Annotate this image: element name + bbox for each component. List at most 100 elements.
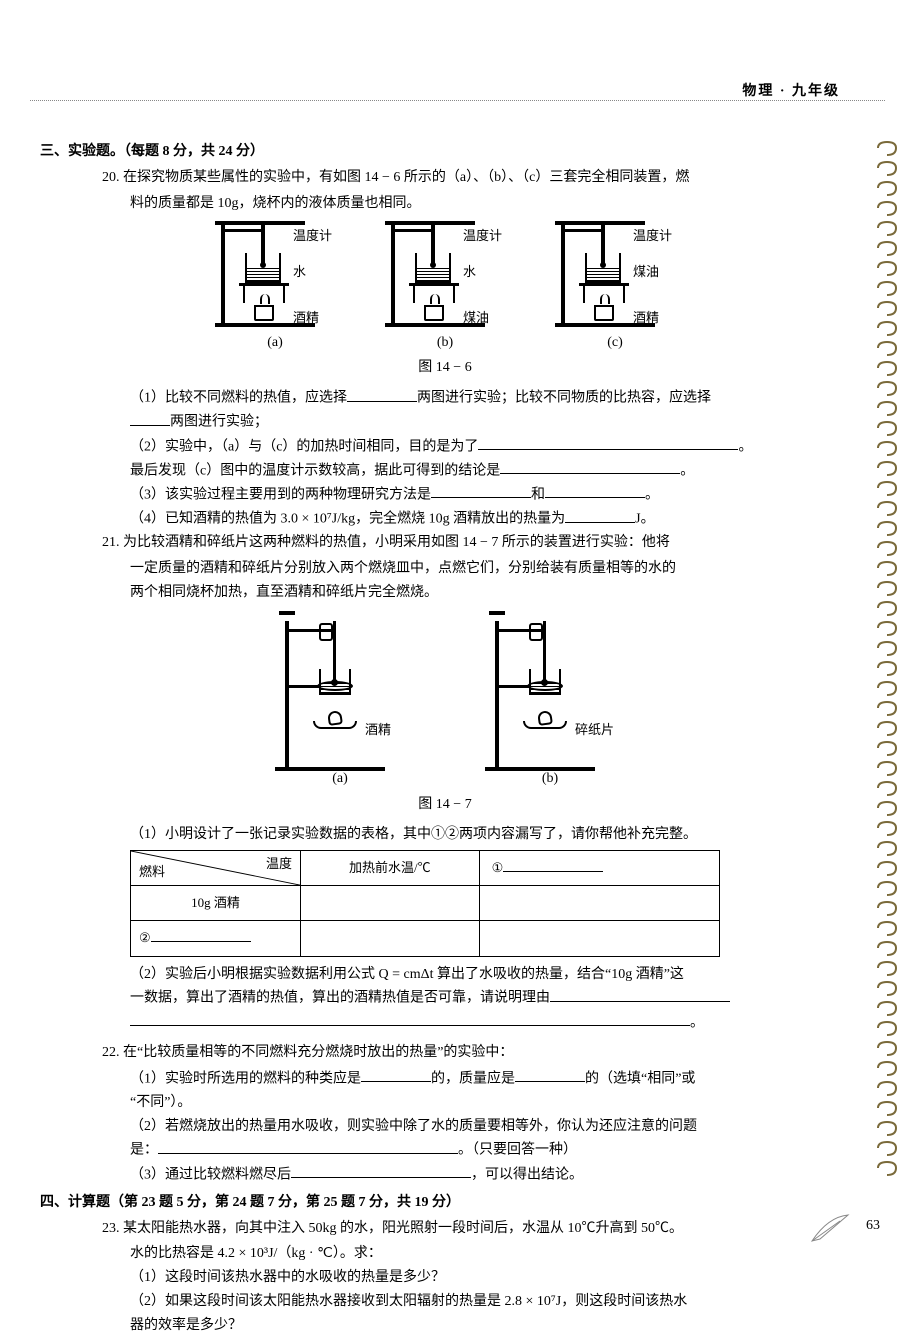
table-r3c1: ② (131, 921, 301, 956)
label-thermometer: 温度计 (463, 225, 502, 247)
binder-rings (876, 140, 900, 1180)
text: （4）已知酒精的热值为 3.0 × 10⁷J/kg，完全燃烧 10g 酒精放出的… (130, 512, 565, 527)
table-cell (301, 921, 480, 956)
q22-p2a: （2）若燃烧放出的热量用水吸收，则实验中除了水的质量要相等外，你认为还应注意的问… (40, 1115, 850, 1139)
text: 一数据，算出了酒精的热值，算出的酒精热值是否可靠，请说明理由 (130, 991, 550, 1006)
sub-b: (b) (375, 331, 515, 355)
q23-num: 23. (102, 1221, 120, 1236)
text: 和 (531, 487, 545, 502)
blank (130, 410, 170, 425)
table-col2: 加热前水温/℃ (301, 851, 480, 886)
blank (361, 1067, 431, 1082)
q21-l3: 两个相同烧杯加热，直至酒精和碎纸片完全燃烧。 (40, 581, 850, 605)
apparatus-b: 温度计 水 煤油 (b) (375, 221, 515, 336)
blank (545, 483, 645, 498)
text: （2）实验后小明根据实验数据利用公式 Q = cmΔt 算出了水吸收的热量，结合… (130, 967, 684, 982)
q22-p1: （1）实验时所选用的燃料的种类应是 的，质量应是 的（选填“相同”或 (40, 1067, 850, 1091)
text: 的（选填“相同”或 (585, 1071, 695, 1086)
q21-p1: （1）小明设计了一张记录实验数据的表格，其中①②两项内容漏写了，请你帮他补充完整… (40, 823, 850, 847)
label-liquid: 水 (463, 261, 476, 283)
text: （3）通过比较燃料燃尽后 (130, 1167, 291, 1182)
table-cell (479, 886, 719, 921)
q21-p2a: （2）实验后小明根据实验数据利用公式 Q = cmΔt 算出了水吸收的热量，结合… (40, 963, 850, 987)
blank (515, 1067, 585, 1082)
label-liquid: 煤油 (633, 261, 659, 283)
q20-p3: （3）该实验过程主要用到的两种物理研究方法是 和 。 (40, 483, 850, 507)
blank (291, 1163, 471, 1178)
table-diag-cell: 温度 燃料 (131, 851, 301, 886)
figure-14-7-caption: 图 14 − 7 (40, 793, 850, 817)
label-thermometer: 温度计 (293, 225, 332, 247)
q21-table: 温度 燃料 加热前水温/℃ ① 10g 酒精 ② (130, 850, 720, 956)
text: J。 (635, 512, 654, 527)
text: 是： (130, 1143, 158, 1158)
blank (478, 435, 738, 450)
label-fuel: 酒精 (633, 307, 659, 329)
q23-l1: 某太阳能热水器，向其中注入 50kg 的水，阳光照射一段时间后，水温从 10℃升… (123, 1221, 683, 1236)
apparatus-2b: 碎纸片 (b) (475, 611, 625, 771)
section-4-title: 四、计算题（第 23 题 5 分，第 24 题 7 分，第 25 题 7 分，共… (40, 1191, 850, 1215)
blank (347, 386, 417, 401)
label-fuel-b: 碎纸片 (575, 719, 614, 741)
circled-2: ② (139, 930, 151, 945)
q22-stem: 22. 在“比较质量相等的不同燃料充分燃烧时放出的热量”的实验中： (40, 1041, 850, 1065)
q22-p2b: 是：。（只要回答一种） (40, 1138, 850, 1162)
label-thermometer: 温度计 (633, 225, 672, 247)
q20-stem: 20. 在探究物质某些属性的实验中，有如图 14 − 6 所示的（a）、（b）、… (40, 166, 850, 190)
text: 。 (645, 487, 659, 502)
label-fuel: 酒精 (293, 307, 319, 329)
text: 最后发现（c）图中的温度计示数较高，据此可得到的结论是 (130, 463, 500, 478)
text: （1）实验时所选用的燃料的种类应是 (130, 1071, 361, 1086)
q21-stem: 21. 为比较酒精和碎纸片这两种燃料的热值，小明采用如图 14 − 7 所示的装… (40, 531, 850, 555)
figure-14-6-caption: 图 14 − 6 (40, 356, 850, 380)
header-divider (30, 100, 885, 101)
blank (503, 858, 603, 872)
q23-stem: 23. 某太阳能热水器，向其中注入 50kg 的水，阳光照射一段时间后，水温从 … (40, 1217, 850, 1241)
text: 的，质量应是 (431, 1071, 515, 1086)
sub-2b: (b) (475, 767, 625, 791)
section-3-title: 三、实验题。（每题 8 分，共 24 分） (40, 140, 850, 164)
sub-c: (c) (545, 331, 685, 355)
blank (130, 1011, 690, 1026)
q21-l2: 一定质量的酒精和碎纸片分别放入两个燃烧皿中，点燃它们，分别给装有质量相等的水的 (40, 557, 850, 581)
sub-a: (a) (205, 331, 345, 355)
q23-l2: 水的比热容是 4.2 × 10³J/（kg · ℃）。求： (40, 1242, 850, 1266)
q22-p3: （3）通过比较燃料燃尽后，可以得出结论。 (40, 1163, 850, 1187)
blank (158, 1138, 458, 1153)
diag-top: 温度 (266, 853, 292, 875)
q23-p1: （1）这段时间该热水器中的水吸收的热量是多少？ (40, 1266, 850, 1290)
page-number: 63 (866, 1214, 880, 1238)
text: 。 (680, 463, 694, 478)
figure-14-6: 温度计 水 酒精 (a) 温度计 水 煤油 (b) 温度计 煤油 酒精 (c) (40, 221, 850, 336)
apparatus-2a: 酒精 (a) (265, 611, 415, 771)
blank (500, 459, 680, 474)
q21-num: 21. (102, 535, 120, 550)
q23-p2b: 器的效率是多少？ (40, 1314, 850, 1337)
text: 两图进行实验；比较不同物质的比热容，应选择 (417, 391, 711, 406)
q22-l1: 在“比较质量相等的不同燃料充分燃烧时放出的热量”的实验中： (123, 1045, 513, 1060)
text: （2）实验中，（a）与（c）的加热时间相同，目的是为了 (130, 439, 478, 454)
figure-14-7: 酒精 (a) 碎纸片 (b) (40, 611, 850, 771)
q20-p1-cont: 两图进行实验； (40, 410, 850, 434)
q21-l1: 为比较酒精和碎纸片这两种燃料的热值，小明采用如图 14 − 7 所示的装置进行实… (123, 535, 670, 550)
table-r2c1: 10g 酒精 (131, 886, 301, 921)
sub-2a: (a) (265, 767, 415, 791)
q21-p2c: 。 (40, 1011, 850, 1035)
q22-p1d: “不同”）。 (40, 1091, 850, 1115)
page-content: 三、实验题。（每题 8 分，共 24 分） 20. 在探究物质某些属性的实验中，… (40, 140, 850, 1337)
q20-p4: （4）已知酒精的热值为 3.0 × 10⁷J/kg，完全燃烧 10g 酒精放出的… (40, 507, 850, 531)
q22-num: 22. (102, 1045, 120, 1060)
apparatus-c: 温度计 煤油 酒精 (c) (545, 221, 685, 336)
circled-1: ① (492, 860, 504, 875)
blank (565, 507, 635, 522)
blank (431, 483, 531, 498)
label-liquid: 水 (293, 261, 306, 283)
feather-icon (810, 1213, 850, 1243)
text: 两图进行实验； (170, 415, 268, 430)
text: （3）该实验过程主要用到的两种物理研究方法是 (130, 487, 431, 502)
diag-left: 燃料 (139, 861, 165, 883)
q21-p2b: 一数据，算出了酒精的热值，算出的酒精热值是否可靠，请说明理由 (40, 986, 850, 1010)
q20-l1: 在探究物质某些属性的实验中，有如图 14 − 6 所示的（a）、（b）、（c）三… (123, 170, 689, 185)
q20-l2: 料的质量都是 10g，烧杯内的液体质量也相同。 (40, 192, 850, 216)
q23-p2a: （2）如果这段时间该太阳能热水器接收到太阳辐射的热量是 2.8 × 10⁷J，则… (40, 1290, 850, 1314)
